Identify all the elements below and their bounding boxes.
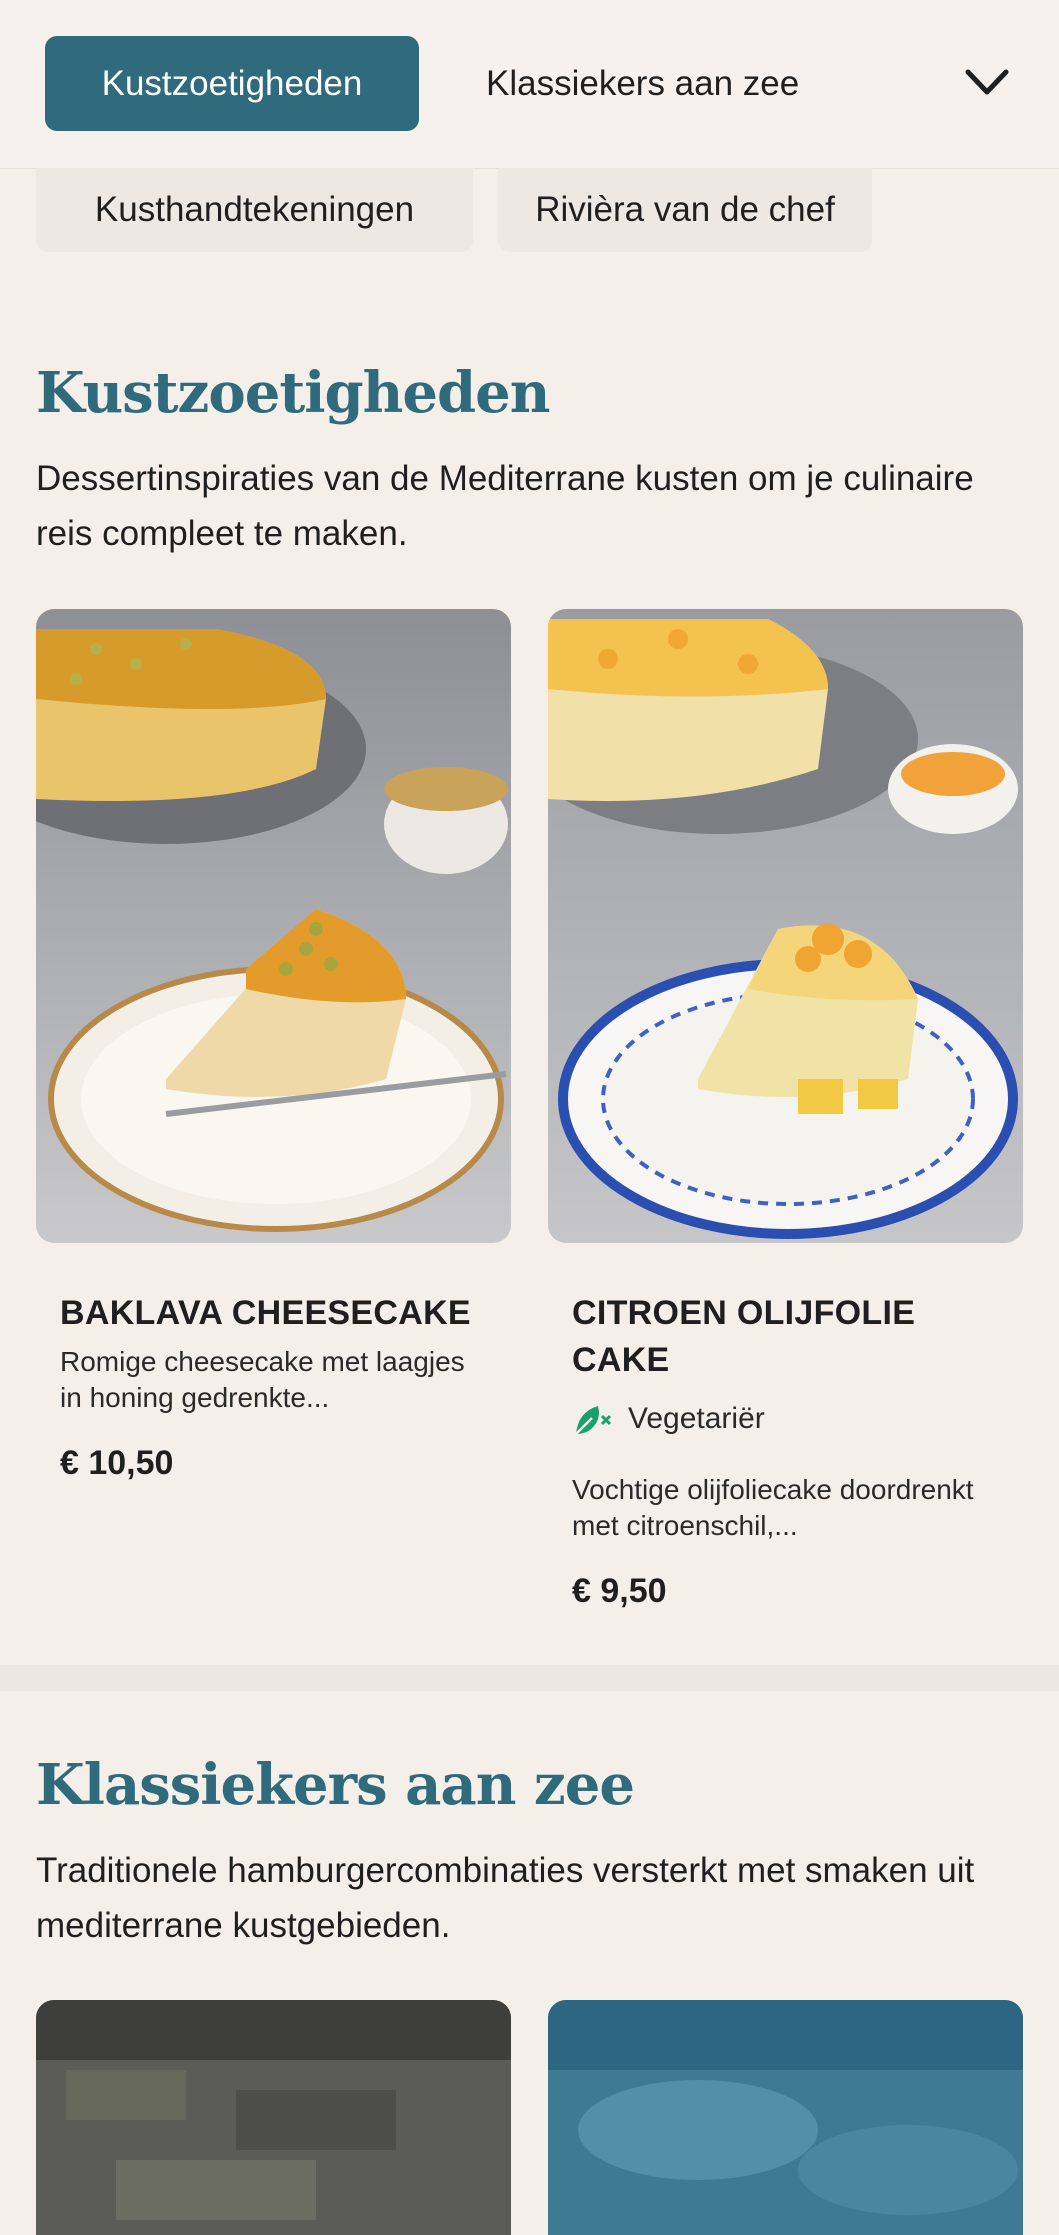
product-name[interactable]: BAKLAVA CHEESECAKE [60, 1290, 490, 1337]
leaf-icon [575, 1406, 612, 1435]
vegetarian-label: Vegetariër [628, 1402, 765, 1435]
chip-kusthandtekeningen[interactable]: Kusthandtekeningen [36, 168, 473, 252]
tab-klassiekers-aan-zee[interactable]: Klassiekers aan zee [486, 36, 799, 131]
tab-kustzoetigheden[interactable]: Kustzoetigheden [45, 36, 419, 131]
product-price: € 10,50 [60, 1444, 174, 1482]
section-title: Klassiekers aan zee [36, 1752, 635, 1818]
category-nav: Kustzoetigheden Klassiekers aan zee [0, 0, 1059, 169]
product-image[interactable] [548, 2000, 1023, 2235]
vegetarian-badge: Vegetariër [572, 1400, 765, 1438]
chip-riviera-van-de-chef[interactable]: Rivièra van de chef [498, 168, 872, 252]
section-divider [0, 1665, 1059, 1691]
baklava-cheesecake-image[interactable] [36, 609, 511, 1243]
product-image[interactable] [36, 2000, 511, 2235]
section-title: Kustzoetigheden [36, 360, 550, 426]
product-description: Vochtige olijfoliecake doordrenkt met ci… [572, 1474, 974, 1541]
product-description: Romige cheesecake met laagjes in honing … [60, 1346, 465, 1413]
product-price: € 9,50 [572, 1572, 667, 1610]
section-description: Traditionele hamburgercombinaties verste… [36, 1851, 975, 1945]
section-description: Dessertinspiraties van de Mediterrane ku… [36, 459, 974, 553]
product-name[interactable]: CITROEN OLIJFOLIE CAKE [572, 1290, 1002, 1384]
citroen-olijfolie-cake-image[interactable] [548, 609, 1023, 1243]
chevron-down-icon[interactable] [962, 62, 1012, 102]
